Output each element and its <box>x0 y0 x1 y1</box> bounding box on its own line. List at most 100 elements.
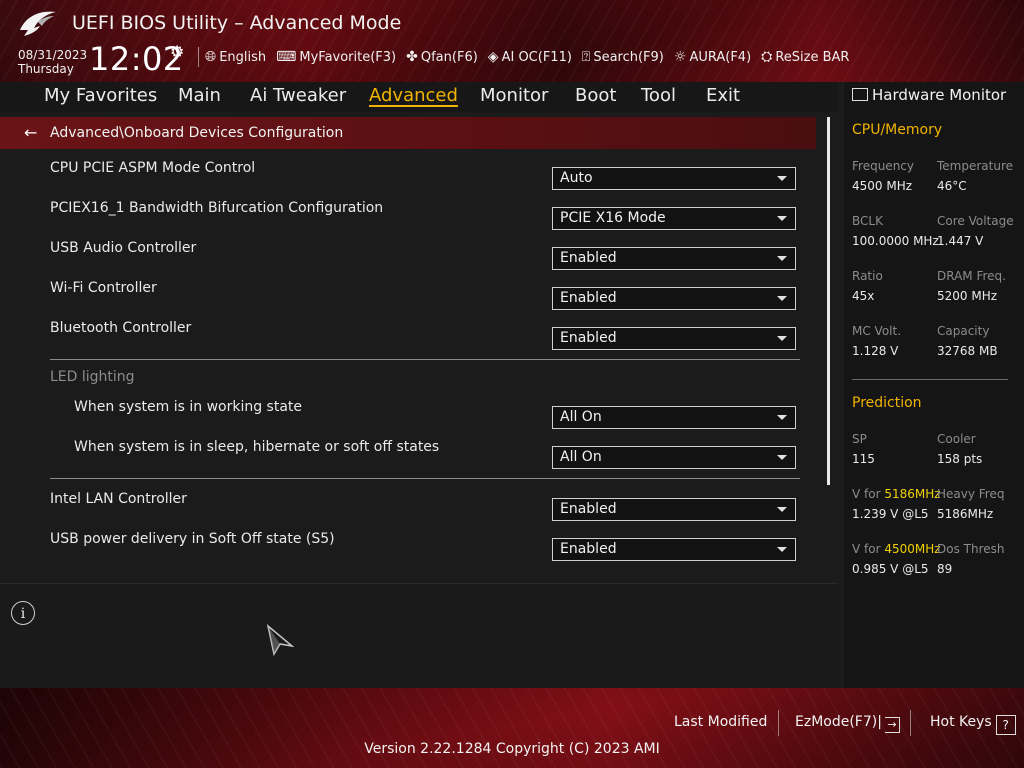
back-arrow-icon[interactable]: ← <box>24 123 37 142</box>
hardware-monitor-title: Hardware Monitor <box>872 86 1007 104</box>
hardware-monitor-header: Hardware Monitor <box>852 86 1006 104</box>
metric-label: V for 5186MHz <box>852 487 941 501</box>
ezmode-button[interactable]: EzMode(F7)| → <box>795 714 900 733</box>
toolbar: 🌐︎ English ⌨︎ MyFavorite(F3) ✤ Qfan(F6) … <box>198 46 859 68</box>
tab-my-favorites[interactable]: My Favorites <box>44 85 157 106</box>
metric-label: Core Voltage <box>937 214 1014 228</box>
aura-light-icon: ☼ <box>673 49 687 65</box>
dropdown-value: Enabled <box>560 250 617 266</box>
ai-oc-label: AI OC(F11) <box>501 49 572 65</box>
hotkeys-button[interactable]: Hot Keys? <box>930 714 1016 735</box>
metric-value: 0.985 V @L5 <box>852 562 929 576</box>
search-question-icon: ⍰ <box>581 49 591 65</box>
aura-button[interactable]: ☼ AURA(F4) <box>674 49 751 65</box>
setting-dropdown[interactable]: All On <box>552 406 796 429</box>
tab-main[interactable]: Main <box>178 85 221 106</box>
day-text: Thursday <box>18 62 74 76</box>
setting-row: USB power delivery in Soft Off state (S5… <box>0 526 816 566</box>
search-button[interactable]: ⍰ Search(F9) <box>582 49 664 65</box>
setting-dropdown[interactable]: Enabled <box>552 498 796 521</box>
tab-boot[interactable]: Boot <box>575 85 616 106</box>
setting-label: PCIEX16_1 Bandwidth Bifurcation Configur… <box>50 200 384 216</box>
metric-label: DRAM Freq. <box>937 269 1006 283</box>
ai-oc-button[interactable]: ◈ AI OC(F11) <box>488 49 572 65</box>
tab-exit[interactable]: Exit <box>706 85 740 106</box>
monitor-icon <box>852 88 868 101</box>
breadcrumb: ← Advanced\Onboard Devices Configuration <box>0 117 816 149</box>
dropdown-value: Enabled <box>560 330 617 346</box>
metric-label: Heavy Freq <box>937 487 1005 501</box>
date-display: 08/31/2023 Thursday <box>18 48 87 76</box>
tab-monitor[interactable]: Monitor <box>480 85 548 106</box>
setting-dropdown[interactable]: PCIE X16 Mode <box>552 207 796 230</box>
ai-chip-icon: ◈ <box>487 49 499 65</box>
scrollbar[interactable] <box>827 117 830 485</box>
setting-dropdown[interactable]: All On <box>552 446 796 469</box>
app-title: UEFI BIOS Utility – Advanced Mode <box>72 12 402 34</box>
footer-divider <box>910 710 911 736</box>
chevron-down-icon <box>777 455 787 460</box>
setting-label: USB Audio Controller <box>50 240 197 256</box>
setting-dropdown[interactable]: Enabled <box>552 287 796 310</box>
chevron-down-icon <box>777 176 787 181</box>
metric-value: 45x <box>852 289 875 303</box>
myfavorite-label: MyFavorite(F3) <box>299 49 397 65</box>
metric-label: Cooler <box>937 432 976 446</box>
qfan-label: Qfan(F6) <box>420 49 478 65</box>
setting-row: When system is in working state All On <box>0 394 816 434</box>
help-pane: i <box>0 583 838 688</box>
mouse-cursor-icon <box>266 624 294 656</box>
dropdown-value: All On <box>560 449 602 465</box>
setting-row: Intel LAN Controller Enabled <box>0 486 816 526</box>
setting-row: CPU PCIE ASPM Mode Control Auto <box>0 155 816 195</box>
exit-arrow-icon: | <box>877 714 882 730</box>
setting-row: Wi-Fi Controller Enabled <box>0 275 816 315</box>
ezmode-label: EzMode(F7) <box>795 714 878 730</box>
resize-bar-button[interactable]: ⛭ ReSize BAR <box>761 49 849 65</box>
metric-value: 1.447 V <box>937 234 984 248</box>
metric-value: 100.0000 MHz <box>852 234 939 248</box>
qfan-button[interactable]: ✤ Qfan(F6) <box>406 49 478 65</box>
date-text: 08/31/2023 <box>18 48 88 62</box>
resize-bar-icon: ⛭ <box>761 49 773 65</box>
setting-label: USB power delivery in Soft Off state (S5… <box>50 531 335 547</box>
hotkeys-label: Hot Keys <box>930 714 992 730</box>
dropdown-value: Enabled <box>560 290 617 306</box>
question-icon: ? <box>995 715 1016 735</box>
search-label: Search(F9) <box>593 49 664 65</box>
header-banner: UEFI BIOS Utility – Advanced Mode 08/31/… <box>0 0 1024 82</box>
chevron-down-icon <box>777 547 787 552</box>
metric-label: V for 4500MHz <box>852 542 941 556</box>
exit-box-icon: → <box>884 717 900 733</box>
myfavorite-button[interactable]: ⌨︎ MyFavorite(F3) <box>276 49 396 65</box>
metric-label-freq: 5186MHz <box>884 487 941 501</box>
metric-label: Capacity <box>937 324 990 338</box>
tab-advanced[interactable]: Advanced <box>369 85 458 106</box>
setting-dropdown[interactable]: Enabled <box>552 247 796 270</box>
setting-row: When system is in sleep, hibernate or so… <box>0 434 816 474</box>
tab-tool[interactable]: Tool <box>641 85 676 106</box>
resize-bar-label: ReSize BAR <box>775 49 850 65</box>
gear-icon[interactable]: ⚙ <box>170 42 184 61</box>
setting-dropdown[interactable]: Enabled <box>552 327 796 350</box>
section-divider <box>50 478 800 479</box>
footer-divider <box>778 710 779 736</box>
setting-row: PCIEX16_1 Bandwidth Bifurcation Configur… <box>0 195 816 235</box>
metric-value: 1.128 V <box>852 344 899 358</box>
setting-label: When system is in sleep, hibernate or so… <box>74 439 440 455</box>
metric-value: 32768 MB <box>937 344 998 358</box>
last-modified-button[interactable]: Last Modified <box>674 714 767 730</box>
metric-label: BCLK <box>852 214 883 228</box>
language-label: English <box>219 49 267 65</box>
panel-divider <box>852 379 1008 380</box>
settings-list: CPU PCIE ASPM Mode Control Auto PCIEX16_… <box>0 149 838 579</box>
metric-value: 4500 MHz <box>852 179 913 193</box>
tab-ai-tweaker[interactable]: Ai Tweaker <box>250 85 346 106</box>
metric-label-freq: 4500MHz <box>884 542 941 556</box>
dropdown-value: All On <box>560 409 602 425</box>
dropdown-value: Auto <box>560 170 593 186</box>
setting-dropdown[interactable]: Auto <box>552 167 796 190</box>
setting-dropdown[interactable]: Enabled <box>552 538 796 561</box>
language-button[interactable]: 🌐︎ English <box>205 49 266 65</box>
star-keyboard-icon: ⌨︎ <box>276 49 297 65</box>
